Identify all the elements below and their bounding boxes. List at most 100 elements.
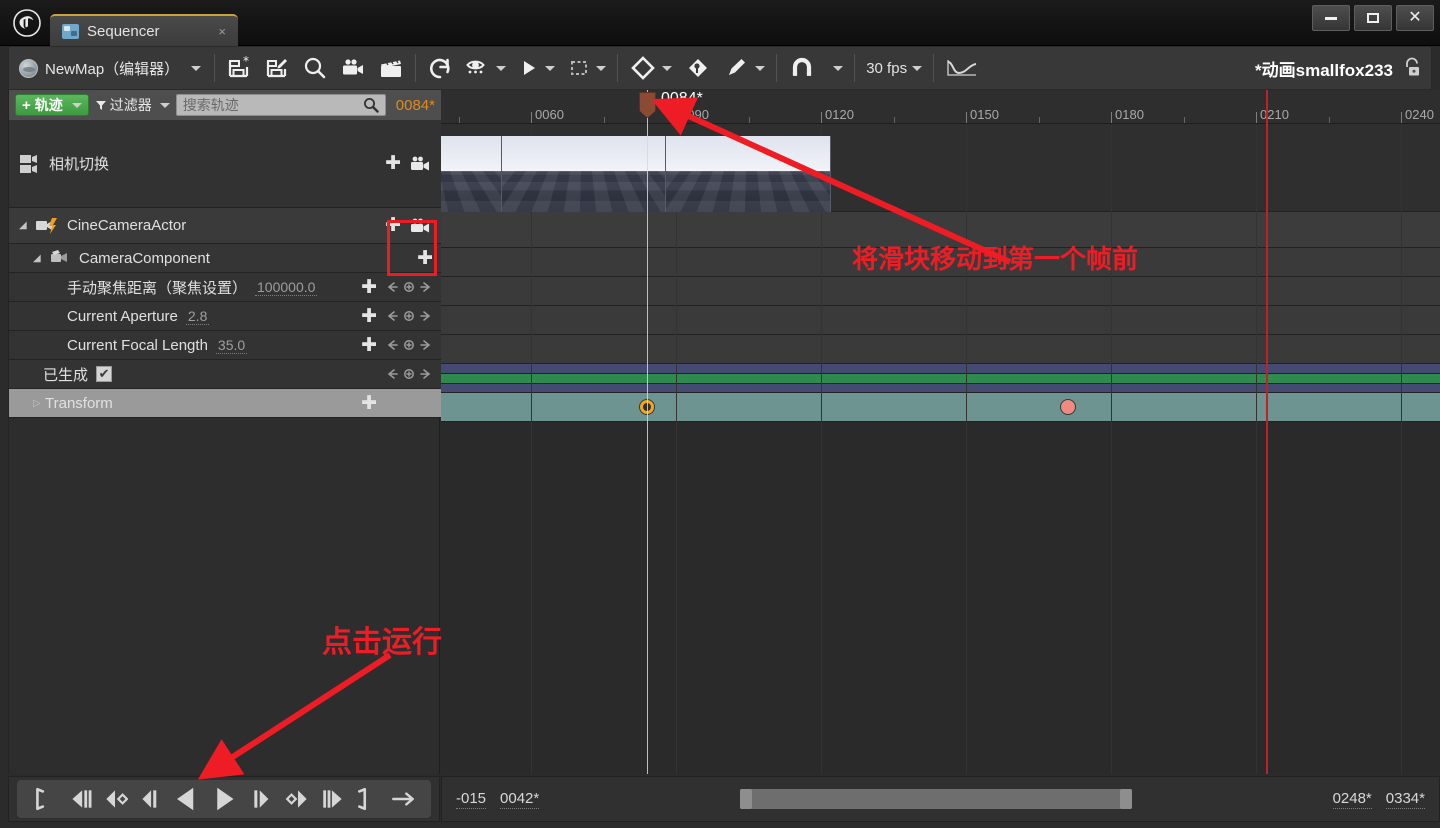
add-key-circle-icon[interactable] (402, 338, 416, 352)
prev-key-button[interactable] (102, 786, 128, 812)
add-key-button[interactable]: ✚ (361, 278, 377, 297)
add-track-button[interactable]: + 轨迹 (15, 94, 89, 116)
save-new-button[interactable]: * (220, 48, 258, 88)
minimize-button[interactable] (1312, 5, 1350, 31)
transform-track[interactable]: ▷ Transform ✚ (9, 389, 441, 418)
spawned-row-a[interactable] (441, 364, 1440, 374)
visibility-button[interactable] (459, 48, 512, 88)
jump-to-start-button[interactable] (32, 786, 58, 812)
add-key-button[interactable]: ✚ (361, 394, 377, 413)
ruler-tick-label: 0090 (680, 107, 709, 122)
snap-options-button[interactable] (822, 48, 849, 88)
snap-magnet-button[interactable] (782, 48, 822, 88)
curve-editor-button[interactable] (939, 48, 985, 88)
aperture-row[interactable] (441, 306, 1440, 335)
transform-row[interactable] (441, 393, 1440, 422)
range-end-value[interactable]: 0334* (1385, 790, 1425, 809)
timeline-tracks-area[interactable] (441, 124, 1440, 774)
create-camera-button[interactable] (334, 48, 372, 88)
play-reverse-button[interactable] (172, 784, 202, 814)
prev-key-icon[interactable] (385, 367, 399, 381)
add-key-button[interactable]: ✚ (385, 216, 401, 235)
spawned-row-c[interactable] (441, 384, 1440, 393)
selection-range-button[interactable] (561, 48, 612, 88)
camera-cut-track[interactable]: 相机切换 ✚ (9, 120, 441, 208)
prev-key-icon[interactable] (385, 280, 399, 294)
jump-to-end-button[interactable] (355, 786, 381, 812)
track-value[interactable]: 35.0 (215, 337, 248, 354)
add-key-button[interactable]: ✚ (385, 154, 401, 173)
track-label: 相机切换 (49, 156, 110, 173)
next-key-icon[interactable] (419, 338, 433, 352)
add-key-circle-icon[interactable] (402, 396, 416, 410)
filter-button[interactable]: 过滤器 (95, 95, 170, 115)
keyframe-normal[interactable] (1060, 400, 1075, 414)
current-aperture-track[interactable]: Current Aperture 2.8 ✚ (9, 302, 441, 331)
add-key-circle-icon[interactable] (402, 367, 416, 381)
keyframe-selected[interactable] (640, 400, 654, 414)
next-key-button[interactable] (285, 786, 311, 812)
save-edit-button[interactable] (258, 48, 296, 88)
expander-icon[interactable]: ◢ (33, 253, 45, 264)
fps-selector-button[interactable]: 30 fps (860, 48, 928, 88)
spawned-row-b[interactable] (441, 374, 1440, 384)
search-icon (363, 98, 379, 113)
camera-component-track[interactable]: ◢ CameraComponent ✚ (9, 244, 441, 273)
spawned-checkbox[interactable]: ✔ (96, 366, 113, 382)
map-selector-button[interactable]: NewMap（编辑器） (9, 48, 209, 88)
add-key-circle-icon[interactable] (402, 309, 416, 323)
spawned-track[interactable]: 已生成 ✔ (9, 360, 441, 389)
lock-icon[interactable] (1401, 56, 1423, 80)
auto-key-button[interactable] (678, 48, 718, 88)
timeline-scrollbar-thumb[interactable] (739, 789, 1132, 809)
loop-mode-button[interactable] (390, 786, 416, 812)
prev-key-icon[interactable] (385, 338, 399, 352)
cine-camera-actor-track[interactable]: ◢ CineCameraActor ✚ (9, 208, 441, 244)
camera-lock-icon[interactable] (409, 217, 433, 235)
playback-end-value[interactable]: 0248* (1332, 790, 1372, 809)
camera-cut-thumbnails[interactable] (441, 136, 831, 212)
step-back-section-button[interactable] (67, 786, 93, 812)
step-back-frame-button[interactable] (137, 786, 163, 812)
next-key-icon[interactable] (419, 367, 433, 381)
manual-focus-distance-track[interactable]: 手动聚焦距离（聚焦设置） 100000.0 ✚ (9, 273, 441, 302)
sequencer-tab[interactable]: Sequencer × (50, 14, 238, 46)
undo-button[interactable] (421, 48, 459, 88)
manual-focus-row[interactable] (441, 277, 1440, 306)
maximize-button[interactable] (1354, 5, 1392, 31)
timeline-ruler[interactable]: 0060 0090 0120 0150 0180 0210 0240 (441, 90, 1440, 124)
step-forward-frame-button[interactable] (250, 786, 276, 812)
close-window-button[interactable]: ✕ (1396, 5, 1434, 31)
track-value[interactable]: 100000.0 (255, 279, 318, 296)
render-movie-button[interactable] (372, 48, 410, 88)
edit-pencil-icon (729, 59, 746, 75)
camera-lock-icon[interactable] (409, 155, 433, 173)
current-focal-length-track[interactable]: Current Focal Length 35.0 ✚ (9, 331, 441, 360)
add-key-button[interactable]: ✚ (417, 249, 433, 268)
find-button[interactable] (296, 48, 334, 88)
add-key-button[interactable]: ✚ (361, 307, 377, 326)
step-forward-section-button[interactable] (320, 786, 346, 812)
timeline-panel: 0060 0090 0120 0150 0180 0210 0240 (441, 90, 1440, 774)
prev-key-icon[interactable] (385, 309, 399, 323)
add-key-button[interactable]: ✚ (361, 336, 377, 355)
timeline-scrollbar-track[interactable] (553, 788, 1318, 810)
track-value[interactable]: 2.8 (185, 308, 210, 325)
close-tab-icon[interactable]: × (214, 24, 230, 39)
expander-icon[interactable]: ◢ (19, 220, 31, 231)
range-start-value[interactable]: -015 (456, 790, 487, 809)
edit-pencil-button[interactable] (718, 48, 771, 88)
key-interpolation-button[interactable] (623, 48, 678, 88)
focal-length-row[interactable] (441, 335, 1440, 364)
next-key-icon[interactable] (419, 280, 433, 294)
prev-key-icon[interactable] (385, 396, 399, 410)
playback-start-value[interactable]: 0042* (500, 790, 540, 809)
expander-icon[interactable]: ▷ (33, 398, 45, 409)
play-forward-button[interactable] (211, 784, 241, 814)
playback-options-button[interactable] (512, 48, 561, 88)
search-input[interactable]: 搜索轨迹 (175, 94, 386, 116)
next-key-icon[interactable] (419, 396, 433, 410)
track-actions: ✚ (361, 336, 441, 355)
add-key-circle-icon[interactable] (402, 280, 416, 294)
next-key-icon[interactable] (419, 309, 433, 323)
